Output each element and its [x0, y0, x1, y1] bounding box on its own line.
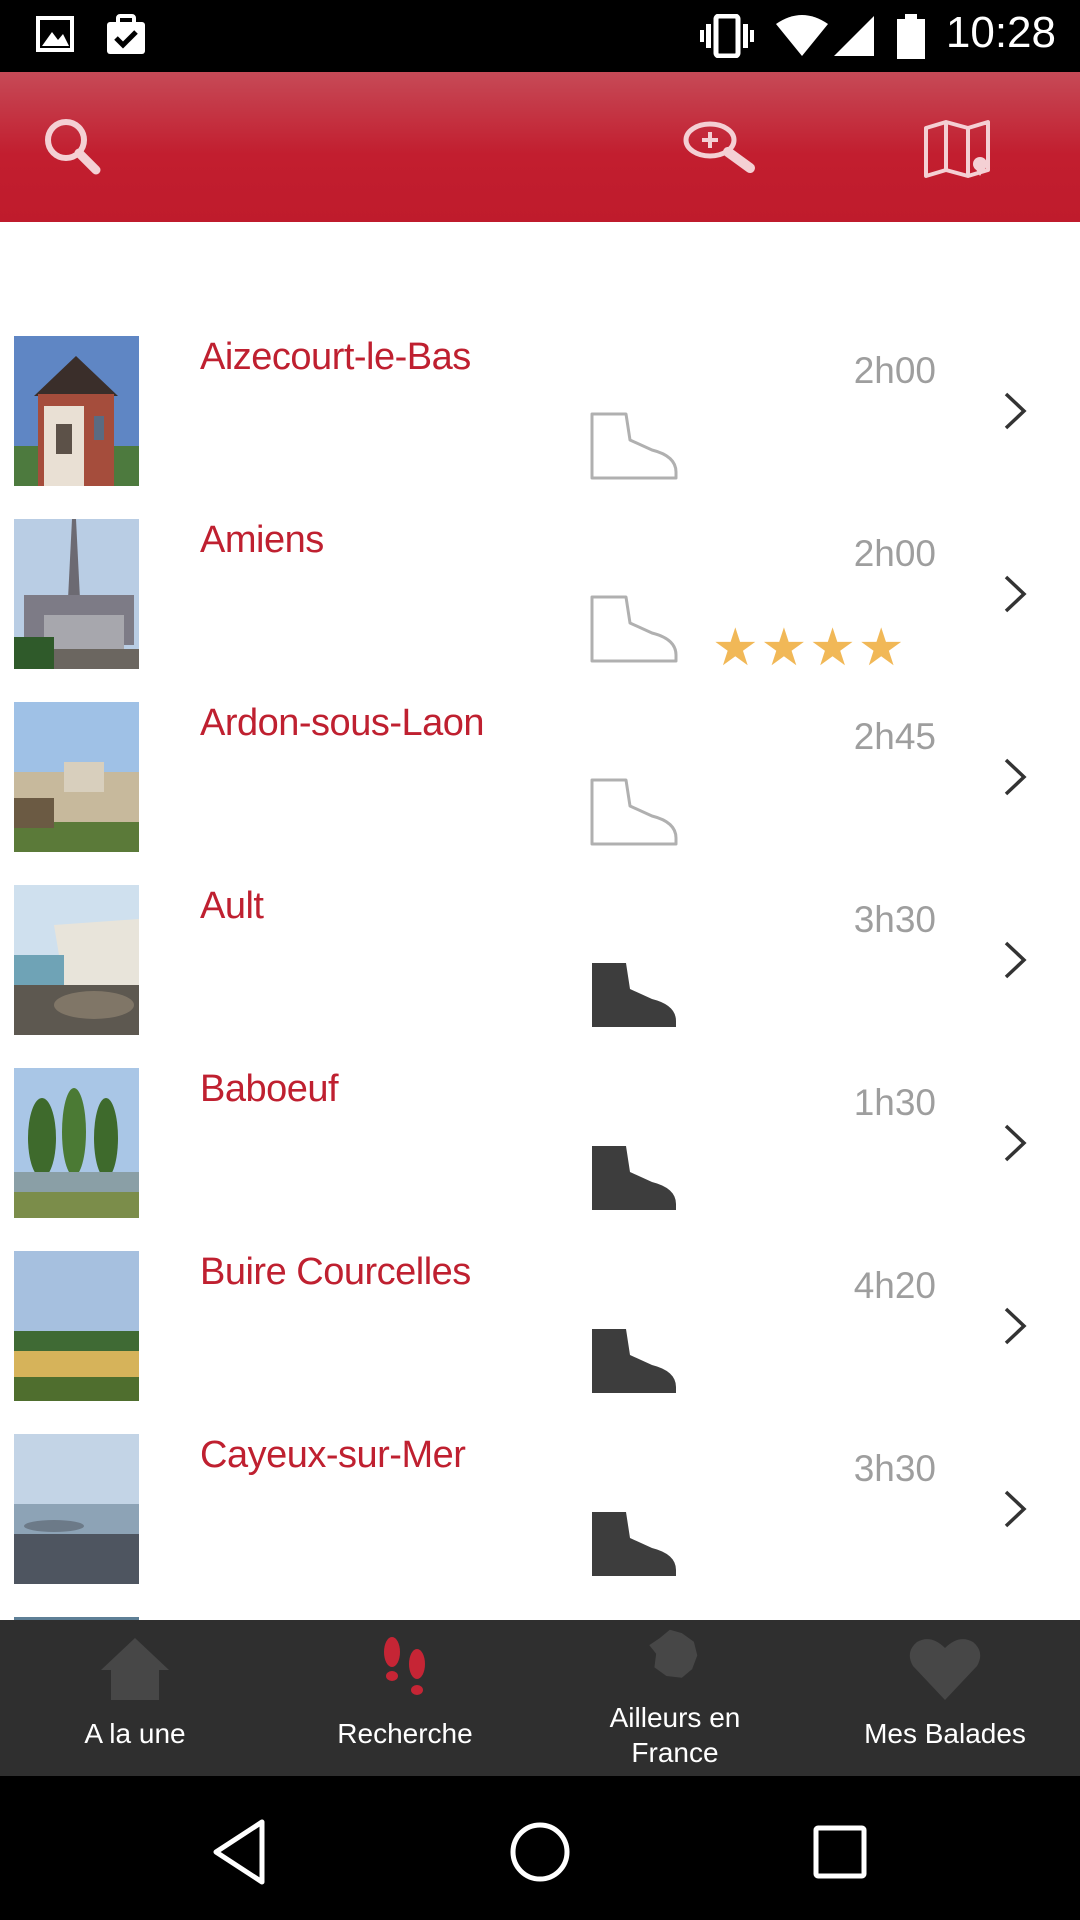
- thumbnail-image: [14, 1251, 139, 1401]
- rating-stars: ★★★★: [712, 619, 907, 677]
- chevron-right-icon: [1004, 392, 1027, 430]
- balade-name: Cayeux-sur-Mer: [200, 1434, 466, 1476]
- list-item[interactable]: Amiens 2h00 ★★★★: [0, 513, 1080, 696]
- list-item[interactable]: Baboeuf 1h30: [0, 1062, 1080, 1245]
- footprints-icon: [384, 1637, 425, 1695]
- list-item[interactable]: Ault 3h30: [0, 879, 1080, 1062]
- search-icon: [45, 119, 101, 175]
- bottom-navigation: A la une Recherche Ailleurs en France Me…: [0, 1620, 1080, 1776]
- boot-outline-icon: [590, 595, 678, 663]
- chevron-right-icon: [1004, 758, 1027, 796]
- list-item[interactable]: Cayeux-sur-Mer 3h30: [0, 1428, 1080, 1611]
- thumbnail-image: [14, 1068, 139, 1218]
- list-item[interactable]: Aizecourt-le-Bas 2h00: [0, 330, 1080, 513]
- system-navigation-bar: [0, 1776, 1080, 1920]
- home-circle-icon[interactable]: [500, 1812, 580, 1892]
- search-button[interactable]: [38, 112, 108, 182]
- battery-icon: [897, 14, 925, 59]
- balades-list: Aizecourt-le-Bas 2h00 Amiens 2h00 ★★★★ A…: [0, 330, 1080, 1620]
- balade-duration: 1h30: [853, 1082, 936, 1123]
- nav-ailleurs-en-france[interactable]: Ailleurs en France: [540, 1620, 810, 1776]
- star-icon: ★: [857, 619, 905, 677]
- chevron-right-icon: [1004, 941, 1027, 979]
- app-bar: [0, 72, 1080, 222]
- nav-label-line-2: France: [631, 1737, 719, 1768]
- balade-name: Ault: [200, 885, 264, 927]
- map-button[interactable]: [922, 118, 994, 184]
- france-map-icon: [649, 1629, 698, 1678]
- thumbnail-image: [14, 336, 139, 486]
- home-icon: [101, 1638, 169, 1700]
- balade-duration: 2h45: [853, 716, 936, 757]
- chevron-right-icon: [1004, 1124, 1027, 1162]
- nav-label: Recherche: [337, 1718, 473, 1749]
- boot-filled-icon: [592, 963, 676, 1027]
- list-item[interactable]: [0, 1611, 1080, 1620]
- image-icon: [36, 16, 74, 52]
- vibrate-icon: [700, 14, 754, 58]
- zoom-in-icon: [683, 121, 755, 173]
- boot-filled-icon: [592, 1512, 676, 1576]
- status-bar: 10:28: [0, 0, 1080, 72]
- chevron-right-icon: [1004, 1307, 1027, 1345]
- signal-icon: [834, 16, 874, 56]
- balade-duration: 2h00: [853, 533, 936, 574]
- balade-name: Aizecourt-le-Bas: [200, 336, 471, 378]
- balade-name: Ardon-sous-Laon: [200, 702, 485, 744]
- balade-name: Buire Courcelles: [200, 1251, 471, 1293]
- clipboard-check-icon: [107, 14, 145, 54]
- nav-a-la-une[interactable]: A la une: [0, 1620, 270, 1776]
- list-item[interactable]: Ardon-sous-Laon 2h45: [0, 696, 1080, 879]
- balade-duration: 2h00: [853, 350, 936, 391]
- map-icon: [924, 120, 990, 178]
- balade-duration: 4h20: [853, 1265, 936, 1306]
- balade-name: Amiens: [200, 519, 324, 561]
- list-item[interactable]: Buire Courcelles 4h20: [0, 1245, 1080, 1428]
- star-icon: ★: [712, 619, 759, 677]
- star-icon: ★: [809, 619, 856, 677]
- balade-duration: 3h30: [853, 1448, 936, 1489]
- boot-filled-icon: [592, 1329, 676, 1393]
- nav-label: Mes Balades: [864, 1718, 1026, 1749]
- nav-label-line-1: Ailleurs en: [609, 1702, 741, 1733]
- star-icon: ★: [760, 619, 808, 677]
- status-time: 10:28: [945, 8, 1056, 57]
- back-icon[interactable]: [202, 1812, 282, 1892]
- nav-mes-balades[interactable]: Mes Balades: [810, 1620, 1080, 1776]
- balade-name: Baboeuf: [200, 1068, 339, 1110]
- boot-filled-icon: [592, 1146, 676, 1210]
- zoom-in-button[interactable]: [680, 116, 760, 186]
- heart-icon: [909, 1639, 981, 1700]
- thumbnail-image: [14, 1434, 139, 1584]
- thumbnail-image: [14, 702, 139, 852]
- chevron-right-icon: [1004, 575, 1027, 613]
- wifi-icon: [776, 15, 828, 56]
- thumbnail-image: [14, 519, 139, 669]
- recents-icon[interactable]: [800, 1812, 880, 1892]
- boot-outline-icon: [590, 412, 678, 480]
- chevron-right-icon: [1004, 1490, 1027, 1528]
- nav-recherche[interactable]: Recherche: [270, 1620, 540, 1776]
- thumbnail-image: [14, 885, 139, 1035]
- nav-label: A la une: [84, 1718, 186, 1749]
- boot-outline-icon: [590, 778, 678, 846]
- balade-duration: 3h30: [853, 899, 936, 940]
